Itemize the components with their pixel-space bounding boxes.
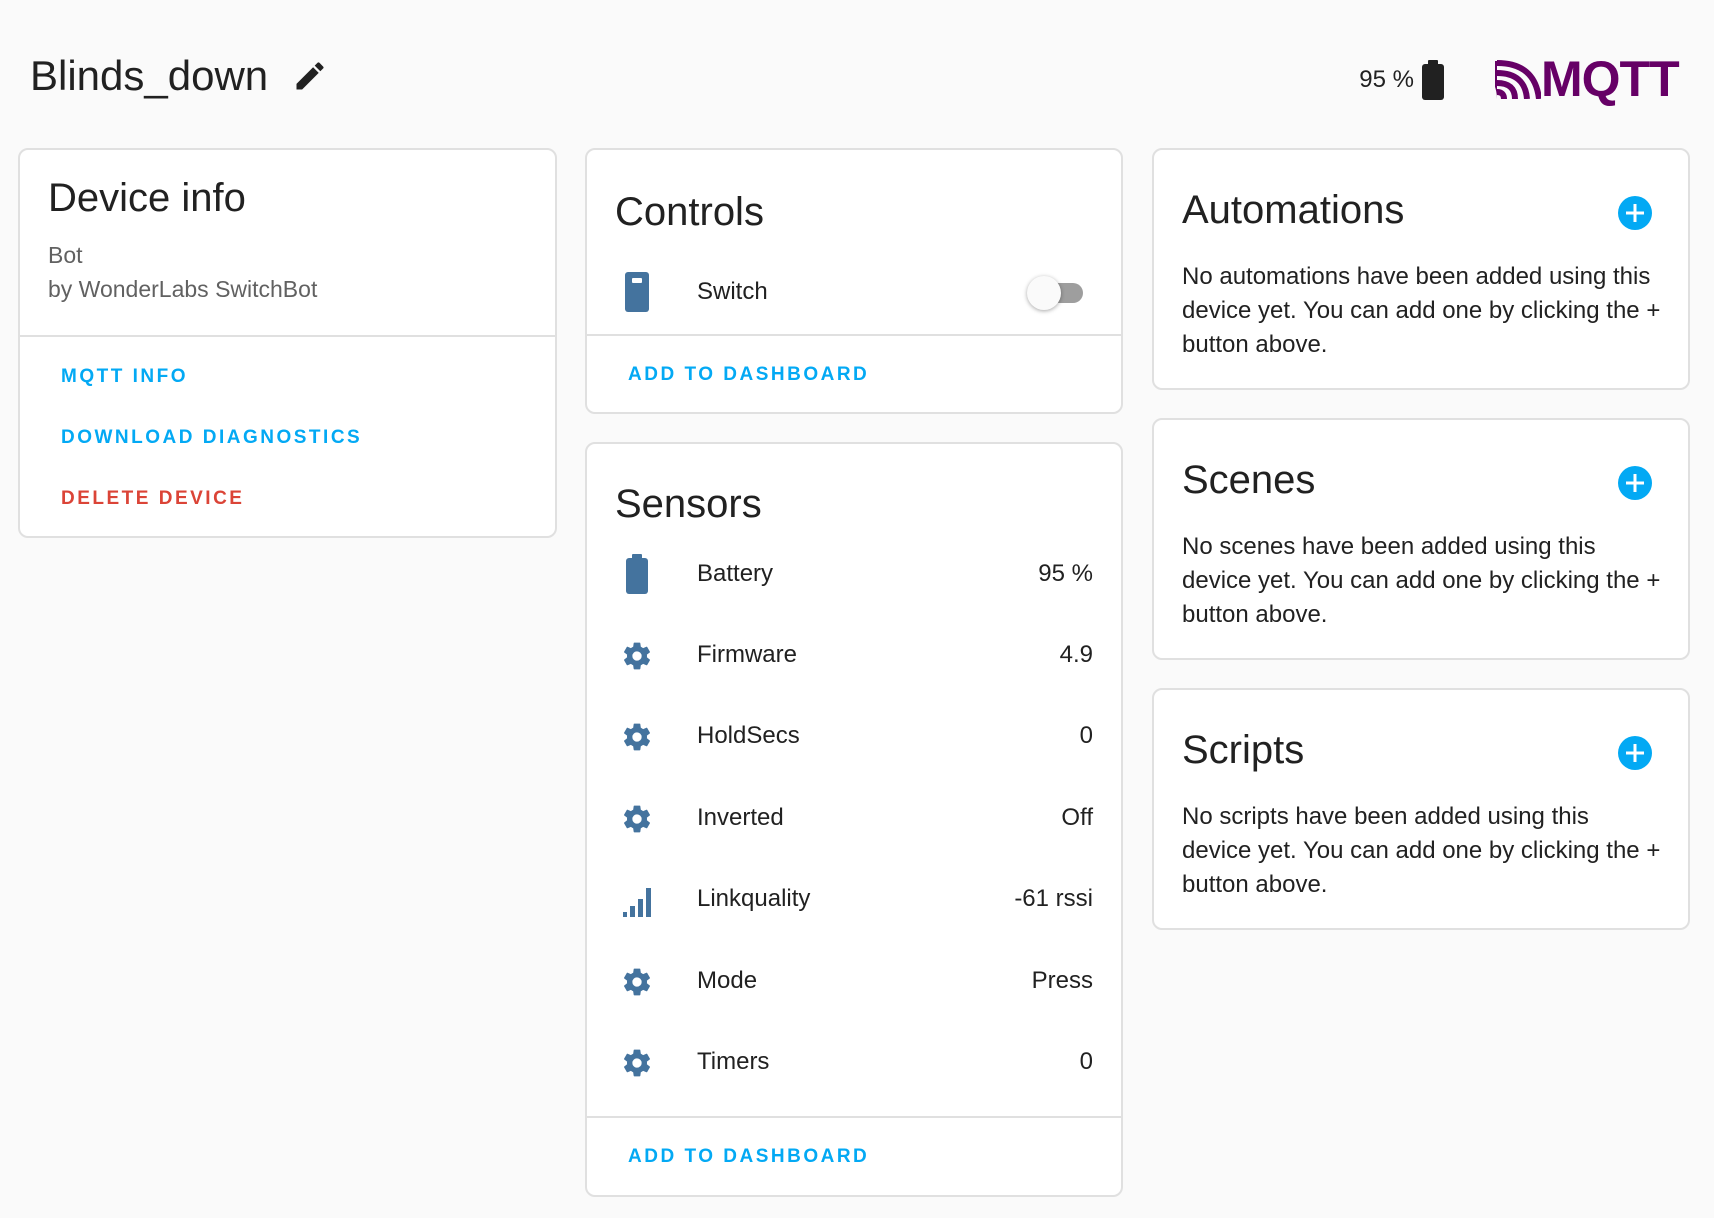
sensor-label: Timers [697, 1048, 770, 1075]
sensor-value: Off [1061, 804, 1093, 831]
automations-card: Automations No automations have been add… [1152, 148, 1690, 390]
sensor-value: 95 % [1038, 560, 1093, 587]
download-diagnostics-link[interactable]: DOWNLOAD DIAGNOSTICS [61, 427, 362, 449]
mqtt-logo-text: MQTT [1541, 51, 1680, 107]
header-battery: 95 % [1359, 60, 1446, 100]
switch-toggle[interactable] [1027, 276, 1085, 310]
page-title: Blinds_down [30, 52, 269, 99]
scripts-card: Scripts No scripts have been added using… [1152, 688, 1690, 930]
add-scene-button[interactable] [1618, 466, 1652, 500]
sensor-row-linkquality[interactable]: Linkquality -61 rssi [587, 871, 1121, 931]
sensor-value: -61 rssi [1014, 885, 1093, 912]
divider [587, 1116, 1121, 1118]
controls-add-to-dashboard-button[interactable]: ADD TO DASHBOARD [628, 364, 869, 386]
pencil-icon[interactable] [292, 58, 328, 94]
sensor-label: HoldSecs [697, 722, 800, 749]
battery-icon [1422, 60, 1444, 100]
gear-icon [624, 1049, 650, 1077]
sensors-add-to-dashboard-button[interactable]: ADD TO DASHBOARD [628, 1146, 869, 1168]
automations-empty-text: No automations have been added using thi… [1182, 263, 1661, 358]
sensor-value: 0 [1079, 1048, 1093, 1075]
title-wrap: Blinds_down [30, 52, 328, 100]
controls-title: Controls [615, 190, 764, 234]
mqtt-logo: MQTT [1495, 50, 1680, 108]
gear-icon [624, 642, 650, 670]
sensor-label: Firmware [697, 641, 797, 668]
sensor-value: 4.9 [1059, 641, 1093, 668]
mqtt-info-link[interactable]: MQTT INFO [61, 366, 188, 388]
mqtt-signal-icon [1495, 60, 1541, 99]
sensor-row-inverted[interactable]: Inverted Off [587, 790, 1121, 850]
switch-icon [625, 272, 649, 312]
automations-title: Automations [1182, 188, 1405, 232]
battery-icon [626, 554, 648, 594]
scenes-card: Scenes No scenes have been added using t… [1152, 418, 1690, 660]
device-manufacturer: by WonderLabs SwitchBot [48, 276, 318, 302]
sensor-row-timers[interactable]: Timers 0 [587, 1034, 1121, 1094]
add-script-button[interactable] [1618, 736, 1652, 770]
device-model: Bot [48, 242, 83, 268]
delete-device-link[interactable]: DELETE DEVICE [61, 488, 244, 510]
signal-icon [623, 888, 651, 917]
sensors-title: Sensors [615, 482, 762, 526]
switch-label: Switch [697, 278, 768, 305]
sensor-value: 0 [1079, 722, 1093, 749]
scripts-empty-text: No scripts have been added using this de… [1182, 803, 1661, 898]
divider [587, 334, 1121, 336]
header-battery-value: 95 % [1359, 66, 1414, 93]
sensor-row-holdsecs[interactable]: HoldSecs 0 [587, 708, 1121, 768]
gear-icon [624, 968, 650, 996]
scenes-title: Scenes [1182, 458, 1316, 502]
switch-row[interactable]: Switch [587, 260, 1121, 324]
gear-icon [624, 805, 650, 833]
gear-icon [624, 723, 650, 751]
page-header: Blinds_down 95 % MQTT [0, 0, 1714, 150]
sensor-row-mode[interactable]: Mode Press [587, 953, 1121, 1013]
sensor-label: Mode [697, 967, 758, 994]
scenes-empty-text: No scenes have been added using this dev… [1182, 533, 1661, 628]
toggle-thumb [1027, 276, 1061, 310]
scripts-title: Scripts [1182, 728, 1305, 772]
add-automation-button[interactable] [1618, 196, 1652, 230]
sensor-label: Battery [697, 560, 774, 587]
sensor-label: Linkquality [697, 885, 811, 912]
sensor-row-battery[interactable]: Battery 95 % [587, 546, 1121, 606]
device-info-title: Device info [48, 176, 246, 220]
controls-card: Controls Switch ADD TO DASHBOARD [585, 148, 1123, 414]
sensor-value: Press [1031, 967, 1093, 994]
divider [20, 335, 555, 337]
device-info-card: Device info Bot by WonderLabs SwitchBot … [18, 148, 557, 538]
sensors-card: Sensors Battery 95 % Firmware 4.9 HoldSe… [585, 442, 1123, 1197]
sensor-label: Inverted [697, 804, 784, 831]
sensor-row-firmware[interactable]: Firmware 4.9 [587, 627, 1121, 687]
